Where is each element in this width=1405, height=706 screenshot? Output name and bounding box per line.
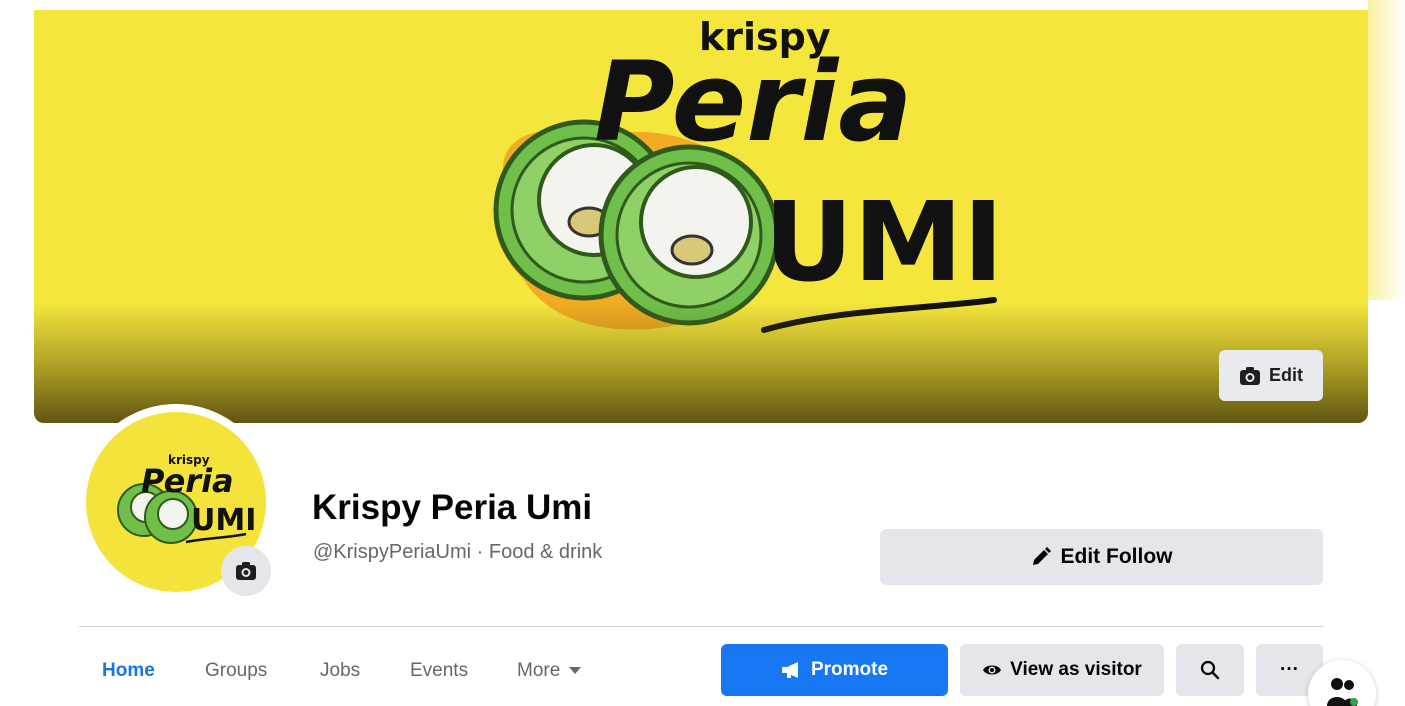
megaphone-icon (781, 662, 798, 678)
divider (79, 626, 1323, 627)
cover-text-peria: Peria (594, 38, 912, 166)
search-button[interactable] (1176, 644, 1244, 696)
camera-icon (1240, 366, 1260, 385)
edit-cover-label: Edit (1269, 365, 1303, 385)
search-icon (1200, 660, 1220, 680)
promote-label: Promote (810, 659, 889, 680)
camera-icon (236, 562, 256, 580)
cover-logo-art: krispy Peria UMI (493, 15, 1004, 333)
cover-text-umi: UMI (764, 178, 1004, 306)
eye-icon (983, 665, 1002, 675)
page-subtitle: @KrispyPeriaUmi · Food & drink (313, 541, 603, 563)
tab-more-label: More (517, 660, 561, 681)
tab-events[interactable]: Events (410, 660, 468, 682)
edit-follow-label: Edit Follow (1060, 545, 1173, 568)
cover-gradient (34, 303, 1368, 423)
edit-cover-button[interactable]: Edit (1219, 350, 1323, 401)
pencil-icon (1032, 547, 1051, 565)
facebook-page-header: krispy Peria UMI Edit krispy Peria UMI K… (0, 0, 1405, 706)
promote-button[interactable]: Promote (721, 644, 948, 696)
tab-more[interactable]: More (517, 660, 582, 682)
view-as-visitor-button[interactable]: View as visitor (960, 644, 1164, 696)
tab-jobs[interactable]: Jobs (320, 660, 360, 682)
people-icon (1327, 678, 1358, 706)
page-title: Krispy Peria Umi (312, 488, 593, 527)
gourd-slice-right (598, 144, 780, 326)
tab-groups[interactable]: Groups (205, 660, 267, 682)
tab-home[interactable]: Home (102, 660, 155, 682)
avatar-camera-button[interactable] (221, 546, 271, 596)
avatar-text-umi: UMI (191, 503, 256, 538)
side-glow (1368, 0, 1405, 300)
cover-photo[interactable]: krispy Peria UMI (34, 10, 1368, 423)
edit-follow-button[interactable]: Edit Follow (880, 529, 1323, 585)
avatar-text-peria: Peria (141, 462, 234, 500)
chevron-down-icon (569, 667, 582, 674)
view-as-visitor-label: View as visitor (1010, 659, 1142, 680)
more-options-label: ··· (1280, 659, 1299, 680)
